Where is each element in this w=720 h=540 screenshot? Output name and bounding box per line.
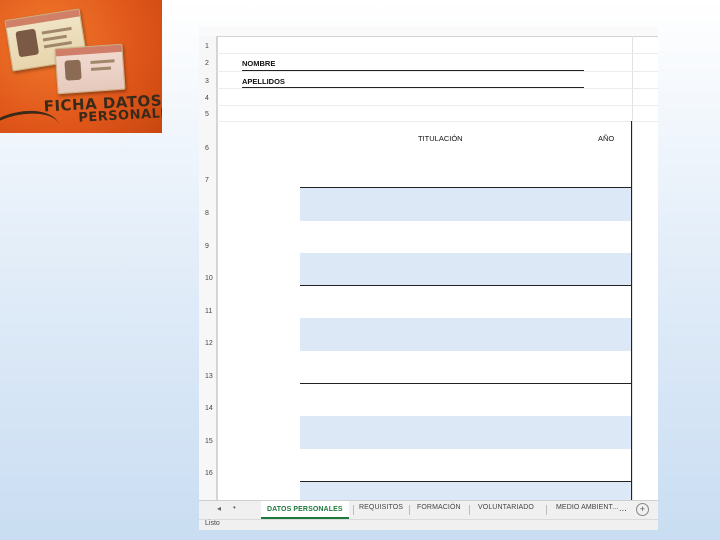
row-number[interactable]: 11 — [199, 308, 217, 315]
column-header-row: ’ ’ ’ ’ — [199, 27, 658, 37]
table-row[interactable] — [300, 188, 632, 221]
nombre-label: NOMBRE — [242, 59, 276, 68]
row-number[interactable]: 5 — [199, 111, 217, 118]
row-number[interactable]: 13 — [199, 373, 217, 380]
more-tabs-button[interactable]: ... — [619, 503, 627, 513]
table-row[interactable] — [300, 416, 632, 449]
tab-medio-ambiente[interactable]: MEDIO AMBIENT... — [556, 504, 618, 511]
tab-voluntariado[interactable]: VOLUNTARIADO — [478, 504, 534, 511]
row-number[interactable]: 10 — [199, 275, 217, 282]
row-number[interactable]: 1 — [199, 43, 217, 50]
row-number[interactable]: 3 — [199, 78, 217, 85]
row-number[interactable]: 4 — [199, 95, 217, 102]
apellidos-field[interactable] — [242, 87, 584, 88]
table-divider — [300, 285, 632, 286]
titulacion-header: TITULACIÓN — [418, 134, 463, 143]
photo-caption: FICHA DATOS PERSONALES — [43, 91, 162, 126]
row-number[interactable]: 16 — [199, 470, 217, 477]
ficha-datos-photo: FICHA DATOS PERSONALES — [0, 0, 162, 133]
id-card-icon — [54, 43, 126, 95]
table-right-border — [631, 121, 632, 504]
prev-sheet-button[interactable]: ◂ — [217, 504, 221, 513]
table-row[interactable] — [300, 253, 632, 286]
row-number[interactable]: 2 — [199, 60, 217, 67]
row-number[interactable]: 7 — [199, 177, 217, 184]
status-bar: Listo — [199, 519, 658, 530]
tab-formacion[interactable]: FORMACIÓN — [417, 504, 461, 511]
nombre-field[interactable] — [242, 70, 584, 71]
ano-header: AÑO — [598, 134, 615, 143]
status-text: Listo — [205, 520, 220, 527]
row-number[interactable]: 6 — [199, 145, 217, 152]
tab-requisitos[interactable]: REQUISITOS — [359, 504, 403, 511]
table-row[interactable] — [300, 318, 632, 351]
sheet-tab-bar: ◂ • DATOS PERSONALES REQUISITOS FORMACIÓ… — [199, 500, 658, 520]
apellidos-label: APELLIDOS — [242, 77, 285, 86]
row-number[interactable]: 8 — [199, 210, 217, 217]
more-sheets-dot[interactable]: • — [233, 503, 236, 512]
table-row[interactable] — [300, 482, 632, 502]
tab-datos-personales[interactable]: DATOS PERSONALES — [261, 501, 349, 519]
row-number[interactable]: 12 — [199, 340, 217, 347]
row-number[interactable]: 14 — [199, 405, 217, 412]
row-number[interactable]: 15 — [199, 438, 217, 445]
add-sheet-icon[interactable]: + — [636, 503, 649, 516]
row-number[interactable]: 9 — [199, 243, 217, 250]
table-divider — [300, 383, 632, 384]
spreadsheet[interactable]: ’ ’ ’ ’ 1 2 3 4 5 6 7 8 9 10 11 12 13 14… — [199, 27, 658, 530]
